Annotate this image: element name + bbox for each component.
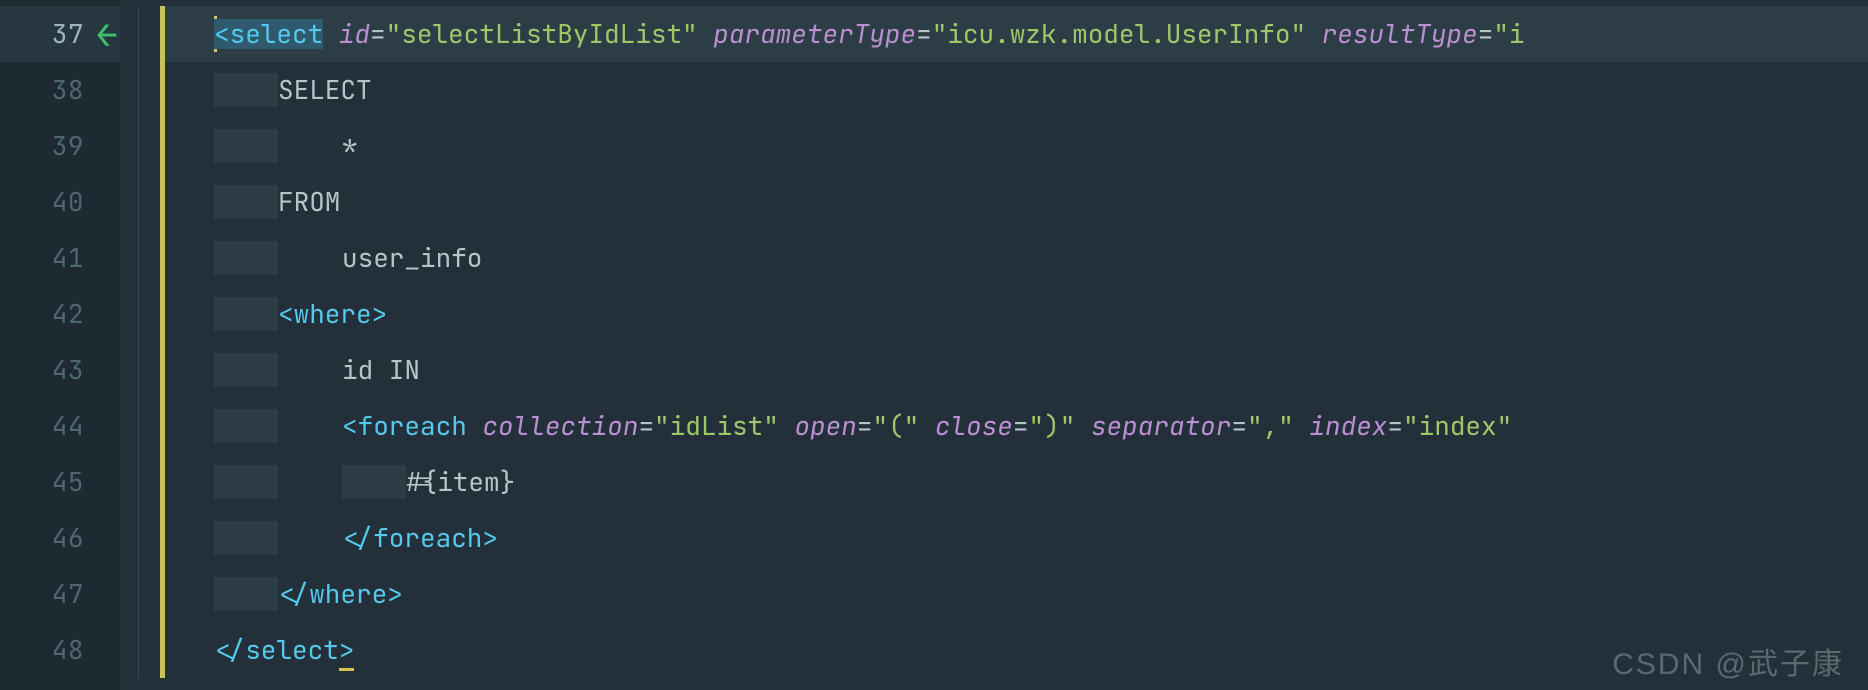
line-number[interactable]: 42	[0, 286, 120, 342]
indent-guide	[214, 577, 278, 611]
line-number[interactable]: 37 ←	[0, 6, 120, 62]
code-content[interactable]: <select id="selectListByIdList" paramete…	[160, 0, 1868, 690]
xml-attr: index	[1309, 413, 1387, 439]
sql-text: SELECT	[278, 77, 372, 103]
placeholder-text: #{item}	[406, 469, 515, 495]
sql-text: user_info	[342, 245, 482, 271]
code-line[interactable]: user_info	[160, 230, 1868, 286]
indent-guide	[214, 73, 278, 107]
xml-attr: parameterType	[713, 21, 916, 47]
fold-gutter[interactable]	[120, 0, 160, 690]
xml-open-tag: <where>	[278, 301, 387, 327]
code-line[interactable]: FROM	[160, 174, 1868, 230]
xml-attr: resultType	[1322, 21, 1478, 47]
sql-text: id IN	[342, 357, 420, 383]
line-number[interactable]: 47	[0, 566, 120, 622]
line-number[interactable]: 48	[0, 622, 120, 678]
xml-attr: id	[339, 21, 370, 47]
line-number[interactable]: 46	[0, 510, 120, 566]
indent-guide	[342, 465, 406, 499]
indent-guide	[214, 409, 278, 443]
code-line[interactable]: <where>	[160, 286, 1868, 342]
sql-text: *	[342, 133, 358, 159]
xml-close-tag: </where>	[278, 581, 403, 607]
xml-attr-value: ")"	[1029, 413, 1076, 439]
xml-attr: separator	[1091, 413, 1231, 439]
line-number[interactable]: 43	[0, 342, 120, 398]
code-line[interactable]: #{item}	[160, 454, 1868, 510]
indent-guide	[214, 521, 278, 555]
xml-attr: collection	[482, 413, 638, 439]
code-line[interactable]: SELECT	[160, 62, 1868, 118]
line-number[interactable]: 38	[0, 62, 120, 118]
xml-open-tag: <foreach	[342, 413, 467, 439]
indent-guide	[214, 129, 278, 163]
xml-attr-value: "("	[872, 413, 919, 439]
line-number-gutter[interactable]: 37 ← 38 39 40 41 42 43 44 45 46 47 48 49	[0, 0, 120, 690]
back-arrow-icon[interactable]: ←	[96, 16, 118, 52]
xml-attr-value: ","	[1247, 413, 1294, 439]
indent-guide	[214, 353, 278, 387]
line-number[interactable]: 49	[0, 678, 120, 690]
xml-attr: close	[935, 413, 1013, 439]
xml-attr: open	[794, 413, 856, 439]
code-line[interactable]: </foreach>	[160, 510, 1868, 566]
line-number[interactable]: 44	[0, 398, 120, 454]
xml-attr-value: "index"	[1403, 413, 1512, 439]
xml-open-tag: <select	[214, 19, 323, 49]
indent-guide	[214, 241, 278, 275]
line-number-value: 37	[52, 21, 84, 47]
code-editor: 37 ← 38 39 40 41 42 43 44 45 46 47 48 49…	[0, 0, 1868, 690]
line-number[interactable]: 41	[0, 230, 120, 286]
line-number[interactable]: 45	[0, 454, 120, 510]
xml-attr-value: "idList"	[654, 413, 779, 439]
watermark-text: CSDN @武子康	[1612, 650, 1844, 680]
indent-guide	[214, 297, 278, 331]
vcs-change-marker	[160, 6, 165, 678]
line-number[interactable]: 39	[0, 118, 120, 174]
code-line[interactable]: <foreach collection="idList" open="(" cl…	[160, 398, 1868, 454]
code-line[interactable]: </where>	[160, 566, 1868, 622]
xml-close-tag: </select>	[214, 637, 354, 663]
sql-text: FROM	[278, 189, 340, 215]
xml-attr-value: "icu.wzk.model.UserInfo"	[932, 21, 1306, 47]
xml-close-tag: </foreach>	[342, 525, 498, 551]
code-line[interactable]: id IN	[160, 342, 1868, 398]
line-number[interactable]: 40	[0, 174, 120, 230]
indent-guide	[214, 185, 278, 219]
code-line[interactable]: *	[160, 118, 1868, 174]
xml-attr-value: "selectListByIdList"	[386, 21, 698, 47]
indent-guide	[214, 465, 278, 499]
xml-attr-value: "i	[1493, 21, 1524, 47]
code-line[interactable]: <select id="selectListByIdList" paramete…	[160, 6, 1868, 62]
